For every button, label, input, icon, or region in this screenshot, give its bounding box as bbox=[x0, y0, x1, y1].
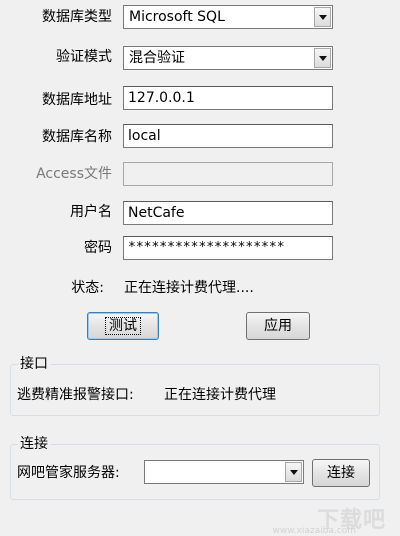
chevron-down-icon[interactable] bbox=[314, 7, 331, 27]
chevron-down-icon[interactable] bbox=[285, 462, 302, 482]
status-value: 正在连接计费代理.... bbox=[124, 280, 254, 296]
connect-group-title: 连接 bbox=[18, 435, 50, 453]
access-file-label: Access文件 bbox=[36, 166, 112, 182]
apply-button[interactable]: 应用 bbox=[246, 312, 310, 340]
username-label: 用户名 bbox=[70, 204, 112, 220]
status-label: 状态: bbox=[71, 280, 104, 296]
db-address-input[interactable]: 127.0.0.1 bbox=[123, 86, 333, 110]
auth-mode-value: 混合验证 bbox=[129, 50, 185, 66]
server-select[interactable] bbox=[144, 460, 304, 484]
db-address-label: 数据库地址 bbox=[42, 92, 112, 108]
username-input[interactable]: NetCafe bbox=[123, 201, 333, 225]
db-type-value: Microsoft SQL bbox=[129, 9, 225, 25]
apply-button-label: 应用 bbox=[264, 318, 292, 334]
watermark-url: www.xiazaiba.com bbox=[272, 526, 356, 536]
interface-status: 正在连接计费代理 bbox=[164, 387, 276, 403]
db-type-label: 数据库类型 bbox=[42, 9, 112, 25]
access-file-input bbox=[123, 162, 333, 186]
interface-group-title: 接口 bbox=[18, 355, 50, 373]
auth-mode-select[interactable]: 混合验证 bbox=[123, 46, 333, 70]
test-button[interactable]: 测试 bbox=[87, 312, 159, 340]
connect-button-label: 连接 bbox=[327, 465, 355, 481]
password-label: 密码 bbox=[84, 240, 112, 256]
db-name-label: 数据库名称 bbox=[42, 129, 112, 145]
interface-label: 逃费精准报警接口: bbox=[17, 387, 134, 403]
chevron-down-icon[interactable] bbox=[314, 48, 331, 68]
auth-mode-label: 验证模式 bbox=[56, 49, 112, 65]
db-name-input[interactable]: local bbox=[123, 124, 333, 148]
db-type-select[interactable]: Microsoft SQL bbox=[123, 5, 333, 29]
test-button-label: 测试 bbox=[105, 317, 141, 335]
connect-button[interactable]: 连接 bbox=[312, 459, 370, 487]
password-input[interactable]: ******************** bbox=[123, 236, 333, 260]
server-label: 网吧管家服务器: bbox=[17, 465, 120, 481]
